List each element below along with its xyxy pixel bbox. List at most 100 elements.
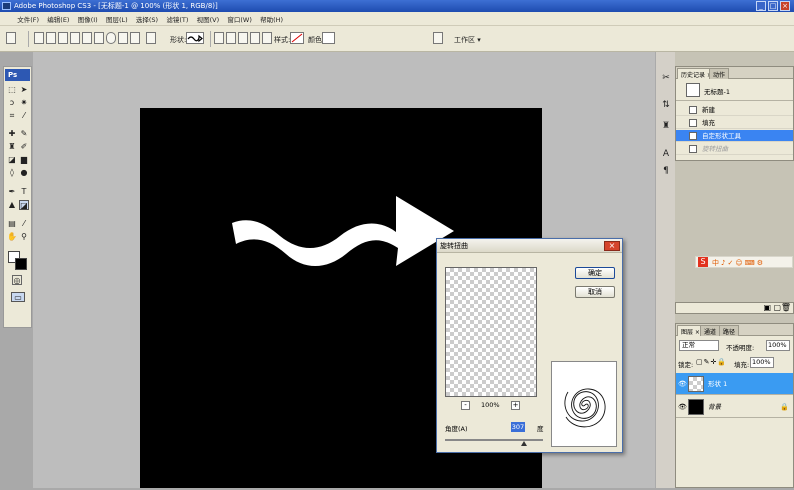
ime-toolbar[interactable]: S 中♪✓☺⌨⚙ [695, 256, 793, 268]
dodge-tool-icon[interactable]: ● [19, 168, 29, 178]
marquee-tool-icon[interactable]: ⬚ [7, 85, 17, 95]
zoom-tool-icon[interactable]: ⚲ [19, 232, 29, 242]
arrow-shape-icon [187, 34, 203, 43]
tab-channels[interactable]: 通道 [700, 325, 721, 336]
color-swatch[interactable] [322, 32, 335, 44]
hand-tool-icon[interactable]: ✋ [7, 232, 17, 242]
delete-icon[interactable]: 🗑 [781, 303, 791, 312]
paragraph-panel-icon[interactable]: ¶ [660, 165, 672, 177]
path-selection-icon[interactable]: ▲ [7, 200, 17, 210]
ok-button[interactable]: 确定 [575, 267, 615, 279]
pen-tool-icon[interactable]: ✒ [7, 187, 17, 197]
history-brush-icon[interactable]: ✐ [19, 142, 29, 152]
move-tool-icon[interactable]: ➤ [19, 85, 29, 95]
menu-edit[interactable]: 编辑(E) [44, 12, 72, 26]
filter-preview[interactable] [445, 267, 537, 397]
notes-tool-icon[interactable]: ▤ [7, 219, 17, 229]
menu-select[interactable]: 选择(S) [133, 12, 161, 26]
pen-tool-icon[interactable] [70, 32, 80, 44]
blend-mode-select[interactable]: 正常 [679, 340, 719, 351]
style-picker[interactable] [290, 32, 304, 44]
close-button[interactable]: × [780, 1, 790, 11]
history-panel: 历史记录 × 动作 无标题-1 新建 填充 自定形状工具 旋转扭曲 [675, 66, 794, 161]
palette-well-icon[interactable] [433, 32, 443, 44]
menu-window[interactable]: 窗口(W) [224, 12, 255, 26]
eye-icon[interactable]: 👁 [678, 403, 687, 411]
lock-icon: 🔒 [780, 403, 789, 411]
zoom-out-button[interactable]: - [461, 401, 470, 410]
fill-input[interactable]: 100% [750, 357, 774, 368]
zoom-in-button[interactable]: + [511, 401, 520, 410]
history-item-selected[interactable]: 自定形状工具 [676, 130, 793, 142]
toolbox: Ps ⬚ ➤ ↄ ✷ ⌗ ⁄ ✚ ✎ ♜ ✐ ◪ ▆ ◊ ● ✒ T ▲ ◪ ▤… [3, 66, 32, 328]
type-tool-icon[interactable]: T [19, 187, 29, 197]
history-snapshot[interactable]: 无标题-1 [676, 81, 793, 101]
menu-filter[interactable]: 滤镜(T) [163, 12, 191, 26]
magic-wand-icon[interactable]: ✷ [19, 98, 29, 108]
eye-icon[interactable]: 👁 [678, 380, 687, 388]
tab-actions[interactable]: 动作 [709, 68, 730, 79]
ellipse-tool-icon[interactable] [106, 32, 116, 44]
custom-shape-icon[interactable] [146, 32, 156, 44]
new-snapshot-icon[interactable]: ▣ [763, 303, 771, 312]
history-item[interactable]: 旋转扭曲 [676, 143, 793, 155]
crop-tool-icon[interactable]: ⌗ [7, 111, 17, 121]
layer-thumbnail [688, 399, 704, 415]
workspace-menu[interactable]: 工作区 ▾ [454, 35, 481, 45]
brush-tool-icon[interactable]: ✎ [19, 129, 29, 139]
app-menu-icon[interactable] [0, 18, 12, 22]
eyedropper-icon[interactable]: ⁄ [19, 219, 29, 229]
maximize-button[interactable]: □ [768, 1, 778, 11]
lasso-tool-icon[interactable]: ↄ [7, 98, 17, 108]
slice-tool-icon[interactable]: ⁄ [19, 111, 29, 121]
exclude-icon[interactable] [250, 32, 260, 44]
polygon-tool-icon[interactable] [118, 32, 128, 44]
rounded-rectangle-icon[interactable] [94, 32, 104, 44]
clone-source-icon[interactable]: ♜ [660, 120, 672, 132]
lock-options-icon[interactable]: ▢✎✛🔒 [696, 358, 727, 366]
angle-slider-thumb[interactable] [521, 441, 527, 446]
shape-layers-icon[interactable] [34, 32, 44, 44]
brush-panel-icon[interactable]: ⇅ [660, 99, 672, 111]
twirl-preview-box [551, 361, 617, 447]
history-item[interactable]: 填充 [676, 117, 793, 129]
shape-picker[interactable] [186, 32, 204, 44]
quick-mask-icon[interactable]: ◎ [12, 275, 22, 285]
background-color-swatch[interactable] [15, 258, 27, 270]
menu-file[interactable]: 文件(F) [14, 12, 42, 26]
eraser-tool-icon[interactable]: ◪ [7, 155, 17, 165]
tab-paths[interactable]: 路径 [719, 325, 740, 336]
clone-stamp-icon[interactable]: ♜ [7, 142, 17, 152]
menu-help[interactable]: 帮助(H) [257, 12, 286, 26]
combine-icon[interactable] [214, 32, 224, 44]
minimize-button[interactable]: _ [756, 1, 766, 11]
cancel-button[interactable]: 取消 [575, 286, 615, 298]
gradient-tool-icon[interactable]: ▆ [19, 155, 29, 165]
layer-row-selected[interactable]: 👁 形状 1 [676, 373, 793, 395]
history-item[interactable]: 新建 [676, 104, 793, 116]
dialog-close-button[interactable]: × [604, 241, 620, 251]
rectangle-tool-icon[interactable] [82, 32, 92, 44]
subtract-icon[interactable] [226, 32, 236, 44]
tool-preset-icon[interactable] [6, 32, 16, 44]
menu-layer[interactable]: 图层(L) [103, 12, 131, 26]
layer-row[interactable]: 👁 背景 🔒 [676, 396, 793, 418]
menu-view[interactable]: 视图(V) [194, 12, 223, 26]
angle-input[interactable]: 307 [511, 422, 525, 432]
tools-icon[interactable]: ✂ [660, 72, 672, 84]
line-tool-icon[interactable] [130, 32, 140, 44]
angle-slider-track[interactable] [445, 439, 543, 441]
menu-image[interactable]: 图像(I) [75, 12, 101, 26]
twirl-spiral-icon [564, 388, 606, 428]
custom-shape-tool-icon[interactable]: ◪ [19, 200, 29, 210]
opacity-input[interactable]: 100% [766, 340, 790, 351]
blur-tool-icon[interactable]: ◊ [7, 168, 17, 178]
history-state-icon [689, 132, 697, 140]
paths-icon[interactable] [46, 32, 56, 44]
screen-mode-icon[interactable]: ▭ [11, 292, 25, 302]
character-panel-icon[interactable]: A [660, 148, 672, 160]
healing-brush-icon[interactable]: ✚ [7, 129, 17, 139]
fill-pixels-icon[interactable] [58, 32, 68, 44]
link-icon[interactable] [262, 32, 272, 44]
intersect-icon[interactable] [238, 32, 248, 44]
